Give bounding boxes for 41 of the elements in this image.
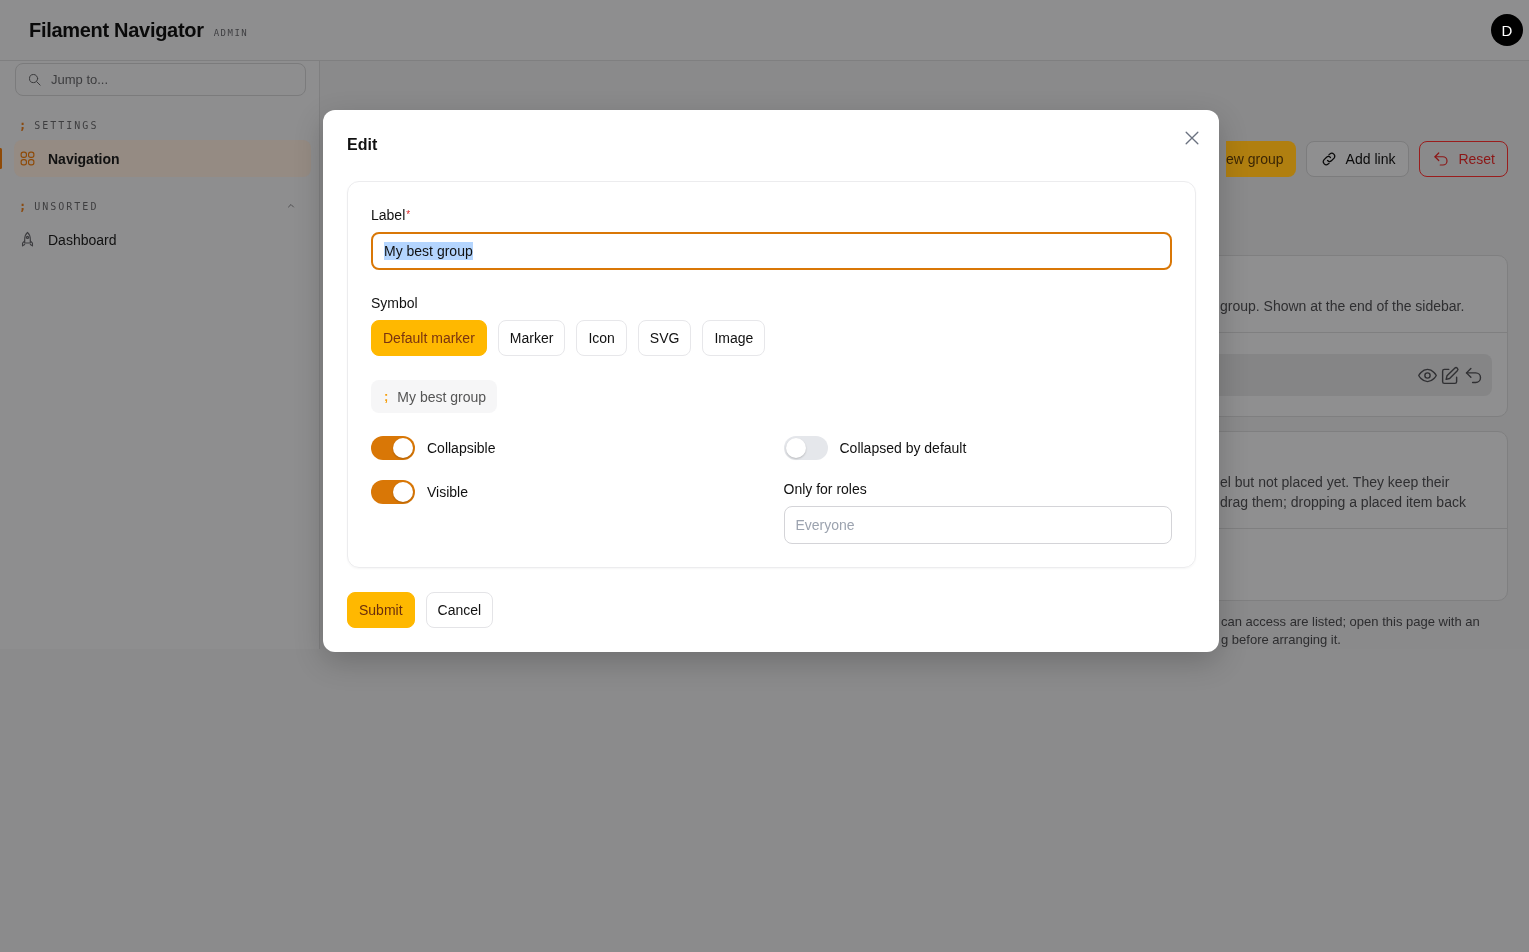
new-group-button[interactable]: ew group bbox=[1226, 141, 1296, 177]
symbol-option[interactable]: Marker bbox=[497, 320, 566, 356]
app-title: Filament Navigator bbox=[29, 18, 204, 42]
undo-icon bbox=[1432, 150, 1451, 168]
group-marker: ; bbox=[19, 118, 27, 132]
symbol-option[interactable]: SVG bbox=[637, 320, 692, 356]
dialog-title: Edit bbox=[347, 136, 378, 154]
toggle-switch[interactable] bbox=[371, 480, 415, 504]
field-label: Symbol bbox=[371, 294, 419, 312]
submit-button[interactable]: Submit bbox=[347, 592, 415, 628]
toggle-label: Collapsed by default bbox=[839, 440, 967, 456]
field-label: Label bbox=[371, 207, 406, 223]
sidebar-item[interactable]: Dashboard bbox=[14, 221, 311, 258]
label-field[interactable]: My best group bbox=[371, 232, 1172, 270]
symbol-option[interactable]: Default marker bbox=[371, 320, 487, 356]
card-description: el but not placed yet. They keep their drag them; dropping a placed item back bbox=[1220, 473, 1466, 512]
toggle-label: Collapsible bbox=[427, 440, 496, 456]
symbol-option[interactable]: Image bbox=[702, 320, 766, 356]
field-label: Only for roles bbox=[783, 480, 868, 498]
card-description: group. Shown at the end of the sidebar. bbox=[1220, 297, 1465, 316]
toggle-switch[interactable] bbox=[371, 436, 415, 460]
add-link-button[interactable]: Add link bbox=[1305, 141, 1410, 177]
toggle-switch[interactable] bbox=[783, 436, 828, 460]
edit-icon[interactable] bbox=[1440, 364, 1461, 386]
cancel-button[interactable]: Cancel bbox=[425, 592, 494, 628]
roles-field[interactable]: Everyone bbox=[783, 506, 1172, 544]
group-marker: ; bbox=[19, 199, 27, 213]
rocket-icon bbox=[19, 231, 36, 248]
grid-icon bbox=[19, 150, 36, 167]
footnote-text: can access are listed; open this page with an g before arranging it. bbox=[1221, 613, 1480, 649]
group-heading: UNSORTED bbox=[34, 200, 100, 212]
preview-label: My best group bbox=[397, 388, 487, 405]
search-field[interactable]: Jump to... bbox=[15, 63, 306, 96]
symbol-option[interactable]: Icon bbox=[576, 320, 627, 356]
toggle-label: Visible bbox=[427, 484, 468, 500]
search-icon bbox=[27, 72, 42, 87]
required-mark: * bbox=[406, 209, 411, 220]
group-heading: SETTINGS bbox=[34, 119, 100, 131]
group-marker: ; bbox=[384, 389, 389, 404]
user-avatar[interactable]: D bbox=[1491, 14, 1523, 46]
panel-label: ADMIN bbox=[213, 28, 249, 38]
